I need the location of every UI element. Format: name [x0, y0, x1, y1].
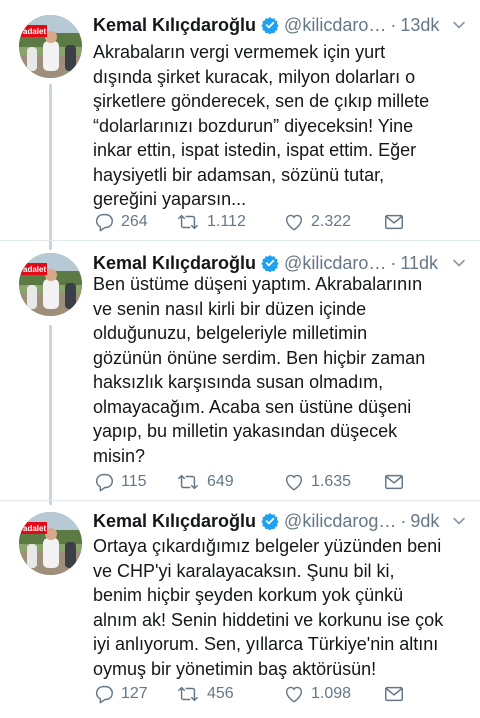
- replies-count: 115: [121, 473, 147, 490]
- tweet-text-line: iyi anlıyorum. Sen, yıllarca Türkiye'nin…: [93, 634, 439, 654]
- tweet-header: Kemal Kılıçdaroğlu @kilicdaro… · 13dk: [93, 12, 468, 38]
- retweet-icon: [175, 683, 207, 705]
- direct-message-button[interactable]: [383, 210, 411, 234]
- direct-message-icon: [383, 211, 411, 233]
- tweet-text-line: ve senin nasıl kirli bir düzen içinde: [93, 298, 367, 319]
- chevron-down-icon[interactable]: [452, 12, 466, 38]
- avatar-banner-text: adalet: [23, 265, 46, 274]
- author-name[interactable]: Kemal Kılıçdaroğlu: [93, 253, 256, 274]
- author-name[interactable]: Kemal Kılıçdaroğlu: [93, 15, 256, 36]
- tweet-header: Kemal Kılıçdaroğlu @kilicdarog… · 9dk: [93, 508, 468, 534]
- tweet-text-line: şirketlere gönderecek, sen de çıkıp mill…: [93, 91, 430, 111]
- timestamp[interactable]: 11dk: [400, 253, 438, 274]
- author-handle[interactable]: @kilicdaro…: [284, 253, 386, 274]
- avatar[interactable]: adalet: [19, 15, 82, 78]
- like-icon: [283, 683, 311, 705]
- likes-count: 1.635: [311, 473, 352, 490]
- tweet-actions: 115 649 1.635: [93, 470, 453, 494]
- like-icon: [283, 471, 311, 493]
- retweets-count: 1.112: [207, 213, 246, 230]
- retweet-icon: [175, 471, 207, 493]
- reply-icon: [93, 683, 121, 705]
- tweet-text-line: benim hiçbir şeyden korkum yok çünkü: [93, 585, 404, 605]
- tweet-divider: [0, 500, 480, 501]
- tweet-text-line: Akrabaların vergi vermemek için yurt: [93, 42, 386, 62]
- likes-count: 1.098: [311, 685, 352, 702]
- tweet-text-line: oymuş bir yönetimin baş aktörüsün!: [93, 658, 377, 679]
- tweet-actions: 264 1.112 2.322: [93, 210, 453, 234]
- like-button[interactable]: 1.098: [283, 682, 351, 706]
- author-name[interactable]: Kemal Kılıçdaroğlu: [93, 511, 256, 532]
- direct-message-icon: [383, 683, 411, 705]
- separator-dot: ·: [390, 14, 397, 35]
- separator-dot: ·: [390, 252, 397, 273]
- tweet-divider: [0, 240, 480, 241]
- tweet-text-line: gereğini yaparsın...: [93, 189, 247, 209]
- avatar[interactable]: adalet: [19, 253, 82, 316]
- tweet-text: Akrabaların vergi vermemek için yurt dışı…: [93, 40, 473, 212]
- tweet-text-line: “dolarlarınızı bozdurun” diyeceksin! Yin…: [93, 115, 414, 136]
- tweet-text-line: ve CHP'yi karalayacaksın. Şunu bil ki,: [93, 560, 395, 581]
- tweet-text-line: Ben üstüme düşeni yaptım. Akrabalarının: [93, 274, 423, 294]
- tweet-text-line: haksızlık karşısında susan olmadım,: [93, 372, 384, 392]
- retweets-count: 456: [207, 685, 234, 702]
- avatar-banner-text: adalet: [23, 524, 46, 533]
- tweet-text-line: haysiyetli bir adamsan, sözünü tutar,: [93, 164, 385, 185]
- thread-connector-line: [49, 325, 52, 505]
- like-button[interactable]: 1.635: [283, 470, 351, 494]
- author-handle[interactable]: @kilicdaro…: [284, 15, 386, 36]
- tweet-text-line: alnım ak! Senin hiddetini ve korkunu ise…: [93, 609, 444, 630]
- separator-dot: ·: [400, 510, 407, 531]
- direct-message-button[interactable]: [383, 470, 411, 494]
- verified-badge-icon: [261, 254, 279, 272]
- tweet-text-line: yapıp, bu milletin yakasından düşecek: [93, 421, 398, 441]
- retweet-icon: [175, 211, 207, 233]
- tweet-actions: 127 456 1.098: [93, 682, 453, 706]
- tweet-text-line: inkar ettin, ispat istedin, ispat ettim.…: [93, 140, 417, 160]
- tweet-text-line: misin?: [93, 445, 146, 466]
- replies-count: 264: [121, 213, 148, 230]
- verified-badge-icon: [261, 16, 279, 34]
- tweet-text-line: gözünün önüne serdim. Ben hiçbir zaman: [93, 347, 426, 368]
- tweet-text: Ortaya çıkardığımız belgeler yüzünden be…: [93, 534, 473, 681]
- timestamp[interactable]: 13dk: [400, 15, 439, 36]
- reply-button[interactable]: 264: [93, 210, 148, 234]
- reply-icon: [93, 211, 121, 233]
- tweet-text: Ben üstüme düşeni yaptım. Akrabalarının v…: [93, 272, 473, 468]
- likes-count: 2.322: [311, 213, 352, 230]
- retweet-button[interactable]: 649: [175, 470, 234, 494]
- replies-count: 127: [121, 685, 148, 702]
- thread-connector-line: [49, 84, 52, 250]
- tweet-text-line: Ortaya çıkardığımız belgeler yüzünden be…: [93, 536, 442, 556]
- retweet-button[interactable]: 1.112: [175, 210, 246, 234]
- reply-icon: [93, 471, 121, 493]
- like-icon: [283, 211, 311, 233]
- tweet-text-line: dışında şirket kuracak, milyon dolarları…: [93, 66, 416, 87]
- retweets-count: 649: [207, 473, 234, 490]
- tweet-text-line: olduğunuzu, belgeleriyle milletimin: [93, 323, 368, 343]
- direct-message-button[interactable]: [383, 682, 411, 706]
- timestamp[interactable]: 9dk: [410, 511, 439, 532]
- verified-badge-icon: [261, 512, 279, 530]
- retweet-button[interactable]: 456: [175, 682, 234, 706]
- direct-message-icon: [383, 471, 411, 493]
- chevron-down-icon[interactable]: [452, 508, 466, 534]
- avatar-banner-text: adalet: [23, 27, 46, 36]
- tweet-text-line: olmayacağım. Acaba sen üstüne düşeni: [93, 396, 412, 417]
- like-button[interactable]: 2.322: [283, 210, 351, 234]
- avatar[interactable]: adalet: [19, 512, 82, 575]
- author-handle[interactable]: @kilicdarog…: [284, 511, 396, 532]
- reply-button[interactable]: 115: [93, 470, 147, 494]
- reply-button[interactable]: 127: [93, 682, 148, 706]
